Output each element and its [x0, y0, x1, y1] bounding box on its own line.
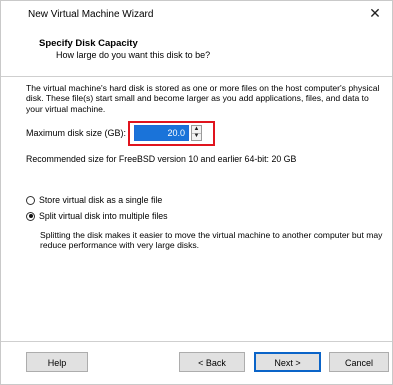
size-spinner[interactable]: ▲ ▼	[191, 125, 202, 141]
spin-down-icon[interactable]: ▼	[192, 133, 201, 140]
multi-file-radio[interactable]	[26, 211, 35, 221]
multi-file-option[interactable]: Split virtual disk into multiple files	[26, 210, 168, 222]
multi-file-label[interactable]: Split virtual disk into multiple files	[39, 211, 168, 221]
recommended-size-text: Recommended size for FreeBSD version 10 …	[26, 154, 297, 164]
footer-divider	[1, 341, 392, 342]
next-button[interactable]: Next >	[254, 352, 321, 372]
single-file-option[interactable]: Store virtual disk as a single file	[26, 194, 162, 206]
title-bar: New Virtual Machine Wizard ✕	[1, 1, 392, 28]
max-disk-size-input[interactable]	[134, 125, 189, 141]
multi-file-description: Splitting the disk makes it easier to mo…	[40, 230, 383, 251]
page-subtitle: How large do you want this disk to be?	[56, 50, 211, 60]
help-button[interactable]: Help	[26, 352, 88, 372]
back-button[interactable]: < Back	[179, 352, 245, 372]
single-file-label[interactable]: Store virtual disk as a single file	[39, 195, 162, 205]
close-icon[interactable]: ✕	[367, 5, 383, 21]
wizard-header: Specify Disk Capacity How large do you w…	[1, 28, 392, 76]
window-title: New Virtual Machine Wizard	[28, 9, 154, 20]
single-file-radio[interactable]	[26, 195, 35, 205]
disk-description: The virtual machine's hard disk is store…	[26, 83, 380, 114]
wizard-window: New Virtual Machine Wizard ✕ Specify Dis…	[0, 0, 393, 385]
max-disk-size-label: Maximum disk size (GB):	[26, 128, 127, 138]
page-title: Specify Disk Capacity	[39, 38, 138, 49]
header-divider	[1, 76, 392, 77]
cancel-button[interactable]: Cancel	[329, 352, 389, 372]
